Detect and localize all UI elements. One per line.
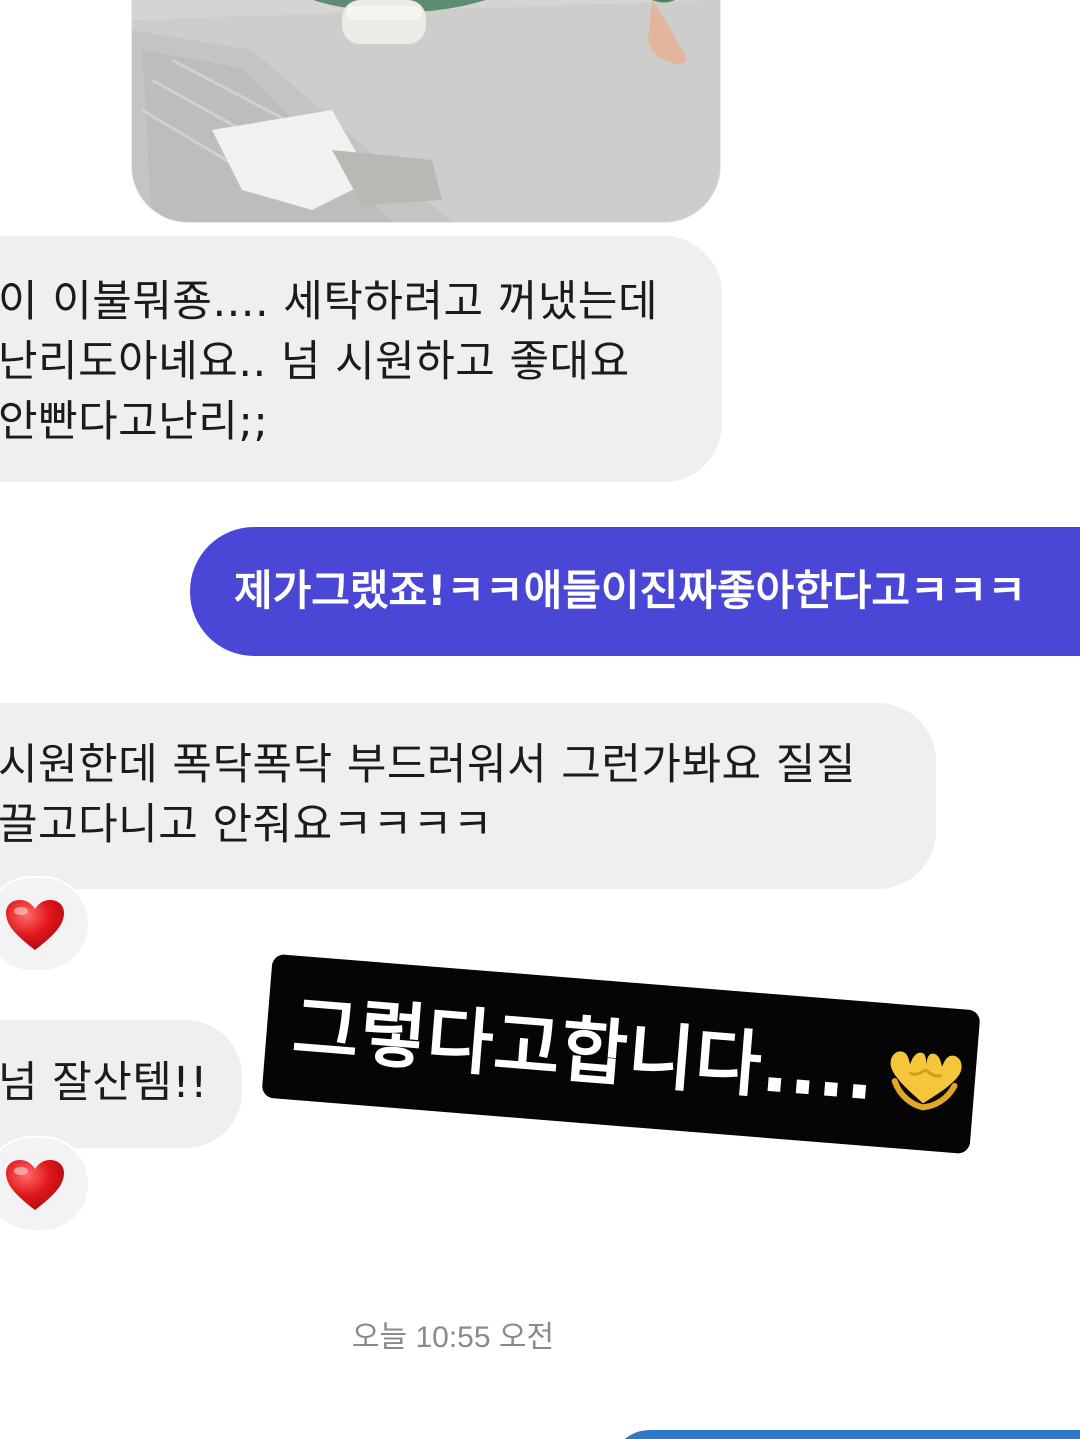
timestamp: 오늘 10:55 오전 [351, 1321, 555, 1354]
heart-reaction[interactable] [0, 878, 88, 970]
heart-reaction[interactable] [0, 1138, 88, 1230]
message-line: 끌고다니고 안줘요ㅋㅋㅋㅋ [0, 800, 493, 850]
message-line: 시원한데 폭닥폭닥 부드러워서 그런가봐요 질질 [0, 740, 856, 790]
heart-hands-icon [890, 1051, 962, 1111]
incoming-message[interactable]: 이 이불뭐죵.... 세탁하려고 꺼냈는데 난리도아녜요.. 넘 시원하고 좋대… [0, 236, 722, 482]
incoming-message[interactable]: 넘 잘산템!! [0, 1020, 242, 1148]
message-line: 안빤다고난리;; [0, 397, 269, 447]
message-line: 난리도아녜요.. 넘 시원하고 좋대요 [0, 337, 630, 387]
photo-content [132, 0, 720, 222]
incoming-message[interactable]: 시원한데 폭닥폭닥 부드러워서 그런가봐요 질질 끌고다니고 안줘요ㅋㅋㅋㅋ [0, 703, 936, 889]
heart-icon [6, 1160, 64, 1210]
text-sticker: 그렇다고합니다.... [261, 953, 981, 1155]
photo-message[interactable] [132, 0, 720, 222]
heart-icon [6, 900, 64, 950]
message-line: 넘 잘산템!! [0, 1058, 208, 1108]
chat-thread: 이 이불뭐죵.... 세탁하려고 꺼냈는데 난리도아녜요.. 넘 시원하고 좋대… [0, 0, 1080, 1439]
outgoing-message[interactable]: 제가그랬죠!ㅋㅋ애들이진짜좋아한다고ㅋㅋㅋ [190, 527, 1080, 656]
sticker-text: 그렇다고합니다.... [289, 985, 879, 1117]
outgoing-message-partial[interactable] [610, 1430, 1080, 1439]
message-line: 이 이불뭐죵.... 세탁하려고 꺼냈는데 [0, 277, 659, 327]
message-text: 제가그랬죠!ㅋㅋ애들이진짜좋아한다고ㅋㅋㅋ [234, 566, 1026, 615]
